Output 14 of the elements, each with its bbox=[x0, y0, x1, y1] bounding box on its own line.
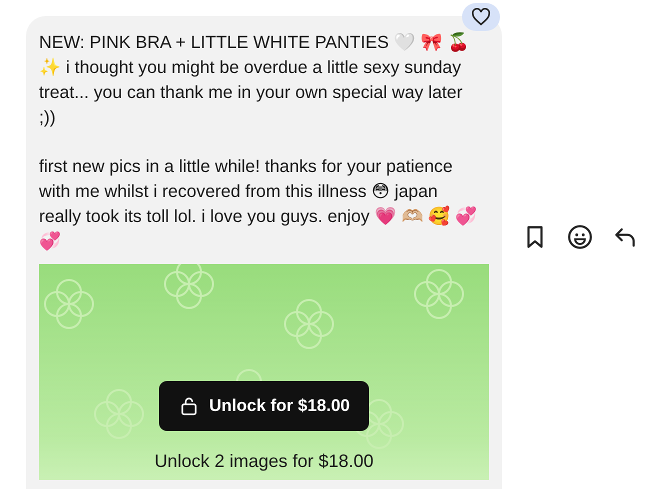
heart-icon bbox=[471, 8, 491, 26]
padlock-icon bbox=[179, 396, 200, 416]
like-button[interactable] bbox=[462, 3, 500, 31]
clover-drawing bbox=[44, 279, 94, 329]
smiley-icon[interactable] bbox=[567, 224, 593, 250]
clover-drawing bbox=[414, 269, 464, 319]
unlock-caption: Unlock 2 images for $18.00 bbox=[154, 451, 374, 472]
message-text: first new pics in a little while! thanks for your patience with me whilst i recovered from this illness 😳 japan really took its toll lol. i love you guys. enjoy 💗 🫶🏼 🥰 💞 💞 bbox=[39, 155, 478, 253]
clover-drawing bbox=[164, 264, 214, 309]
clover-drawing bbox=[284, 299, 334, 349]
clover-drawing bbox=[94, 389, 144, 439]
message-text: NEW: PINK BRA + LITTLE WHITE PANTIES 🤍 🎀 🍒 ✨ i thought you might be overdue a little sexy sunday treat... you can thank me in your own special way later ;)) bbox=[39, 31, 470, 129]
clover-drawing bbox=[354, 399, 404, 449]
unlock-button[interactable]: Unlock for $18.00 bbox=[159, 381, 369, 431]
